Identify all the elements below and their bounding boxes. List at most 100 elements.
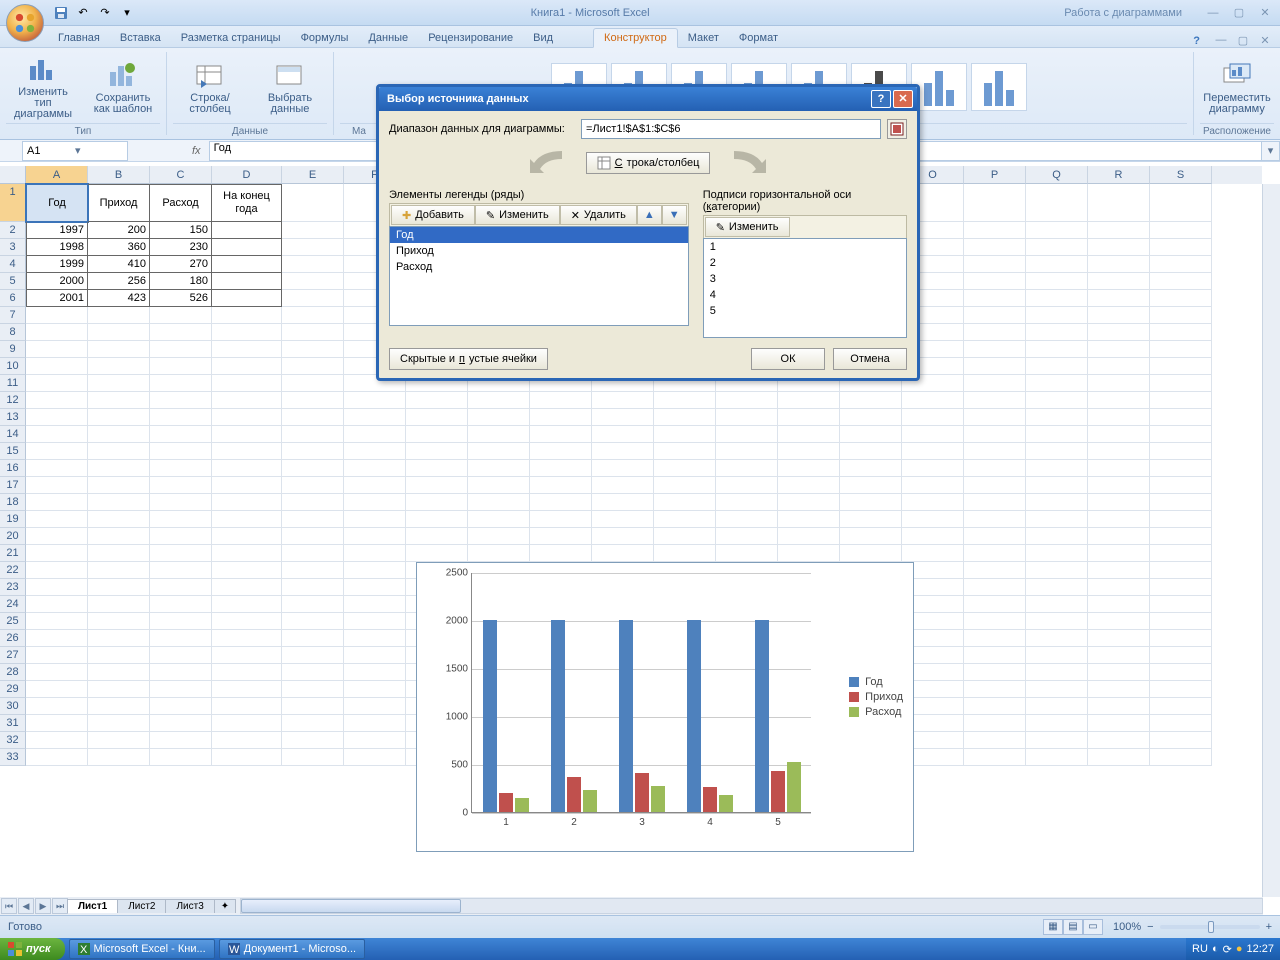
cell[interactable]: 1998: [26, 239, 88, 256]
taskbar-item-excel[interactable]: X Microsoft Excel - Кни...: [69, 939, 215, 959]
cell[interactable]: [1026, 698, 1088, 715]
cell[interactable]: [1150, 222, 1212, 239]
cell[interactable]: [212, 579, 282, 596]
cell[interactable]: [1026, 307, 1088, 324]
cell[interactable]: [344, 647, 406, 664]
cell[interactable]: [150, 358, 212, 375]
cell[interactable]: [150, 443, 212, 460]
cell[interactable]: [1088, 613, 1150, 630]
cell[interactable]: [468, 528, 530, 545]
cell[interactable]: [778, 392, 840, 409]
cell[interactable]: [468, 545, 530, 562]
cell[interactable]: [88, 460, 150, 477]
cell[interactable]: [212, 239, 282, 256]
cell[interactable]: [592, 545, 654, 562]
cell[interactable]: [212, 562, 282, 579]
cell[interactable]: [964, 409, 1026, 426]
cell[interactable]: [1088, 545, 1150, 562]
cell[interactable]: [26, 460, 88, 477]
zoom-in-icon[interactable]: +: [1266, 921, 1272, 933]
cell[interactable]: [778, 494, 840, 511]
cell[interactable]: [1088, 409, 1150, 426]
cell[interactable]: [212, 613, 282, 630]
cell[interactable]: Расход: [150, 184, 212, 222]
cell[interactable]: [592, 477, 654, 494]
cell[interactable]: [1150, 426, 1212, 443]
cell[interactable]: [212, 426, 282, 443]
cell[interactable]: [1026, 324, 1088, 341]
cell[interactable]: [964, 426, 1026, 443]
cell[interactable]: [1150, 715, 1212, 732]
cell[interactable]: [1088, 341, 1150, 358]
cell[interactable]: [282, 596, 344, 613]
cell[interactable]: [964, 664, 1026, 681]
cell[interactable]: [1150, 290, 1212, 307]
row-header-17[interactable]: 17: [0, 477, 26, 494]
cell[interactable]: [212, 545, 282, 562]
cell[interactable]: [1088, 375, 1150, 392]
cell[interactable]: [88, 749, 150, 766]
cell[interactable]: [964, 528, 1026, 545]
cell[interactable]: [212, 222, 282, 239]
cell[interactable]: [88, 698, 150, 715]
cell[interactable]: [212, 358, 282, 375]
cell[interactable]: [150, 681, 212, 698]
cell[interactable]: [1088, 290, 1150, 307]
cell[interactable]: Приход: [88, 184, 150, 222]
sheet-tab-1[interactable]: Лист1: [67, 899, 118, 913]
cell[interactable]: [964, 477, 1026, 494]
cell[interactable]: [468, 443, 530, 460]
cell[interactable]: [282, 324, 344, 341]
cell[interactable]: [26, 392, 88, 409]
col-header-D[interactable]: D: [212, 166, 282, 184]
range-picker-icon[interactable]: [887, 119, 907, 139]
redo-icon[interactable]: ↷: [96, 4, 114, 22]
cell[interactable]: [344, 460, 406, 477]
cell[interactable]: [902, 545, 964, 562]
view-page-break-icon[interactable]: ▭: [1083, 919, 1103, 935]
cell[interactable]: [150, 545, 212, 562]
cell[interactable]: [282, 477, 344, 494]
cell[interactable]: [468, 460, 530, 477]
cell[interactable]: [88, 443, 150, 460]
qat-dropdown-icon[interactable]: ▾: [118, 4, 136, 22]
cell[interactable]: [88, 562, 150, 579]
cell[interactable]: [1026, 579, 1088, 596]
cell[interactable]: [406, 528, 468, 545]
cell[interactable]: [282, 494, 344, 511]
cell[interactable]: [964, 256, 1026, 273]
cell[interactable]: [1150, 494, 1212, 511]
cell[interactable]: [778, 409, 840, 426]
tab-chart-design[interactable]: Конструктор: [593, 28, 678, 48]
cell[interactable]: [840, 443, 902, 460]
cell[interactable]: [1150, 256, 1212, 273]
cell[interactable]: [150, 630, 212, 647]
cell[interactable]: [88, 375, 150, 392]
cell[interactable]: [1150, 749, 1212, 766]
cell[interactable]: [1088, 715, 1150, 732]
cell[interactable]: [212, 630, 282, 647]
cell[interactable]: [26, 443, 88, 460]
cell[interactable]: [1026, 239, 1088, 256]
cell[interactable]: [1150, 596, 1212, 613]
fx-icon[interactable]: fx: [184, 145, 209, 157]
row-header-19[interactable]: 19: [0, 511, 26, 528]
cell[interactable]: [88, 324, 150, 341]
cell[interactable]: [406, 545, 468, 562]
cell[interactable]: [150, 409, 212, 426]
cell[interactable]: [964, 341, 1026, 358]
help-icon[interactable]: ?: [1187, 35, 1206, 47]
cell[interactable]: [840, 545, 902, 562]
cell[interactable]: [716, 494, 778, 511]
cell[interactable]: [1150, 273, 1212, 290]
row-header-10[interactable]: 10: [0, 358, 26, 375]
cell[interactable]: [1150, 409, 1212, 426]
cell[interactable]: [26, 630, 88, 647]
cell[interactable]: [1088, 222, 1150, 239]
cell[interactable]: [344, 715, 406, 732]
change-chart-type-button[interactable]: Изменить тип диаграммы: [6, 51, 80, 122]
maximize-icon[interactable]: ▢: [1228, 5, 1250, 21]
cell[interactable]: [530, 409, 592, 426]
row-header-21[interactable]: 21: [0, 545, 26, 562]
cell[interactable]: [964, 562, 1026, 579]
